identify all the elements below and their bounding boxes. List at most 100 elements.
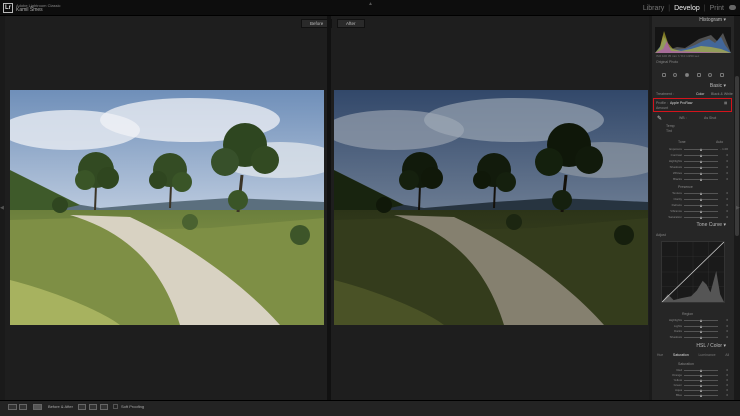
slider-value[interactable]: 0 [726, 165, 728, 169]
treatment-bw[interactable]: Black & White [711, 92, 733, 96]
tone-slider[interactable]: Highlights 0 [656, 159, 728, 164]
spot-removal-icon[interactable] [673, 73, 678, 77]
slider-knob[interactable] [700, 160, 702, 163]
slider-value[interactable]: 0 [726, 197, 728, 201]
slider-knob[interactable] [700, 192, 702, 195]
radial-filter-icon[interactable] [708, 73, 713, 77]
slider-knob[interactable] [700, 330, 702, 333]
tone-slider[interactable]: Contrast 0 [656, 153, 728, 158]
slider-knob[interactable] [700, 198, 702, 201]
slider-track[interactable] [684, 192, 718, 195]
slider-knob[interactable] [700, 148, 702, 151]
slider-value[interactable]: 0 [726, 335, 728, 339]
slider-value[interactable]: 0 [726, 153, 728, 157]
graduated-filter-icon[interactable] [696, 73, 701, 77]
slider-knob[interactable] [700, 374, 702, 377]
after-photo[interactable] [334, 90, 648, 325]
slider-track[interactable] [684, 379, 718, 382]
slider-track[interactable] [684, 178, 718, 181]
wb-eyedropper-icon[interactable]: ✎ [657, 115, 662, 122]
soft-proofing-checkbox[interactable] [113, 404, 118, 409]
module-print[interactable]: Print [710, 5, 724, 12]
presence-slider[interactable]: Saturation 0 [656, 215, 728, 220]
tone-curve-header[interactable]: Tone Curve ▾ [652, 221, 734, 229]
tab-all[interactable]: All [725, 353, 729, 358]
slider-track[interactable] [684, 369, 718, 372]
slider-value[interactable]: 0 [726, 324, 728, 328]
region-slider[interactable]: Lights 0 [656, 324, 728, 329]
slider-value[interactable]: 0 [726, 203, 728, 207]
slider-track[interactable] [684, 389, 718, 392]
brush-icon[interactable] [720, 73, 725, 77]
slider-knob[interactable] [700, 172, 702, 175]
slider-value[interactable]: 0 [726, 373, 728, 377]
slider-track[interactable] [684, 374, 718, 377]
slider-track[interactable] [684, 198, 718, 201]
slider-value[interactable]: 0 [726, 318, 728, 322]
copy-after-icon[interactable] [89, 404, 97, 410]
slider-knob[interactable] [700, 384, 702, 387]
slider-track[interactable] [684, 394, 718, 397]
slider-knob[interactable] [700, 369, 702, 372]
slider-knob[interactable] [700, 216, 702, 219]
slider-value[interactable]: 0 [726, 159, 728, 163]
cloud-sync-icon[interactable] [729, 5, 736, 10]
slider-track[interactable] [684, 160, 718, 163]
slider-knob[interactable] [700, 178, 702, 181]
hsl-header[interactable]: HSL / Color ▾ [652, 342, 734, 350]
region-slider[interactable]: Shadows 0 [656, 335, 728, 340]
slider-track[interactable] [684, 319, 718, 322]
tab-luminance[interactable]: Luminance [698, 353, 715, 358]
basic-header[interactable]: Basic ▾ [652, 82, 734, 90]
histogram-header[interactable]: Histogram ▾ [652, 16, 734, 24]
red-eye-icon[interactable] [685, 73, 690, 77]
profile-value[interactable]: Apple ProRaw [670, 101, 692, 105]
wb-value[interactable]: As Shot [704, 116, 716, 120]
region-slider[interactable]: Highlights 0 [656, 318, 728, 323]
slider-value[interactable]: 0 [726, 191, 728, 195]
tab-hue[interactable]: Hue [657, 353, 663, 358]
tone-slider[interactable]: Whites 0 [656, 171, 728, 176]
tone-slider[interactable]: Shadows 0 [656, 165, 728, 170]
copy-before-icon[interactable] [78, 404, 86, 410]
slider-track[interactable] [684, 166, 718, 169]
profile-browser-icon[interactable]: ▦ [724, 101, 727, 105]
presence-slider[interactable]: Dehaze 0 [656, 203, 728, 208]
hsl-slider[interactable]: Blue 0 [656, 393, 728, 398]
crop-tool-icon[interactable] [661, 73, 666, 77]
slider-value[interactable]: 0 [726, 393, 728, 397]
slider-track[interactable] [684, 384, 718, 387]
slider-knob[interactable] [700, 379, 702, 382]
region-slider[interactable]: Darks 0 [656, 329, 728, 334]
swap-icon[interactable] [100, 404, 108, 410]
slider-value[interactable]: 0 [726, 209, 728, 213]
loupe-view-icon[interactable] [8, 404, 17, 410]
module-develop[interactable]: Develop [674, 5, 700, 12]
collapse-top-icon[interactable]: ▲ [368, 1, 373, 7]
original-photo-label[interactable]: Original Photo [656, 60, 678, 64]
slider-track[interactable] [684, 154, 718, 157]
presence-slider[interactable]: Clarity 0 [656, 197, 728, 202]
slider-track[interactable] [684, 324, 718, 328]
slider-value[interactable]: 0 [726, 378, 728, 382]
slider-track[interactable] [684, 335, 718, 339]
slider-value[interactable]: 0 [726, 368, 728, 372]
ba-split-icon[interactable] [33, 404, 42, 410]
slider-knob[interactable] [700, 166, 702, 169]
before-photo[interactable] [10, 90, 324, 325]
ba-left-right-icon[interactable] [19, 404, 27, 410]
slider-knob[interactable] [700, 210, 702, 213]
slider-track[interactable] [684, 216, 718, 219]
slider-value[interactable]: 0 [726, 177, 728, 181]
slider-knob[interactable] [700, 204, 702, 207]
presence-slider[interactable]: Vibrance 0 [656, 209, 728, 214]
slider-track[interactable] [684, 330, 718, 333]
slider-value[interactable]: 0 [726, 383, 728, 387]
slider-knob[interactable] [700, 319, 702, 322]
right-panel-toggle-icon[interactable]: ▶ [736, 205, 740, 211]
left-panel-toggle-icon[interactable]: ◀ [0, 205, 4, 211]
slider-knob[interactable] [700, 335, 702, 339]
slider-knob[interactable] [700, 154, 702, 157]
slider-knob[interactable] [700, 389, 702, 392]
scroll-thumb[interactable] [735, 76, 739, 236]
